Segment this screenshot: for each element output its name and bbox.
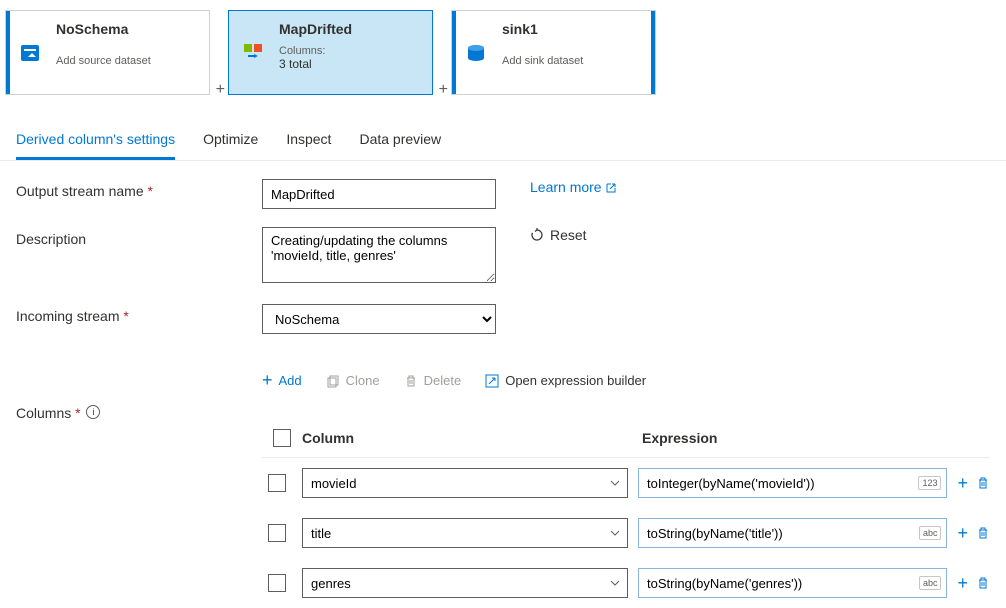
tab-settings[interactable]: Derived column's settings	[16, 123, 175, 160]
open-expression-builder-button[interactable]: Open expression builder	[485, 370, 646, 391]
node-subtitle: Add source dataset	[56, 55, 201, 67]
columns-toolbar: +Add Clone Delete Open expression builde…	[246, 370, 1006, 391]
column-name-input[interactable]	[302, 568, 628, 598]
sink-node[interactable]: sink1 Add sink dataset	[451, 10, 656, 95]
info-icon[interactable]: i	[86, 405, 100, 419]
type-badge: 123	[918, 476, 941, 490]
node-bar	[452, 11, 456, 94]
delete-row-button[interactable]	[976, 476, 990, 490]
learn-more-link[interactable]: Learn more	[530, 179, 617, 195]
clone-button[interactable]: Clone	[326, 370, 380, 391]
header-column: Column	[302, 430, 642, 446]
settings-form: Output stream name * Learn more Descript…	[0, 161, 1006, 370]
output-stream-input[interactable]	[262, 179, 496, 209]
expression-input[interactable]	[638, 568, 947, 598]
derived-column-node[interactable]: MapDrifted Columns: 3 total +	[228, 10, 433, 95]
node-bar	[651, 11, 655, 94]
expression-input[interactable]	[638, 518, 947, 548]
column-name-input[interactable]	[302, 518, 628, 548]
node-columns-label: Columns:	[279, 45, 424, 57]
row-checkbox[interactable]	[268, 574, 286, 592]
columns-label: Columns * i	[0, 401, 246, 421]
columns-table: Column Expression 123 + abc +	[246, 421, 1006, 608]
add-after-source[interactable]: +	[216, 81, 225, 99]
add-row-button[interactable]: +	[957, 573, 968, 594]
table-row: abc +	[262, 558, 990, 608]
table-header: Column Expression	[262, 421, 990, 458]
node-subtitle: Add sink dataset	[502, 55, 647, 67]
delete-row-button[interactable]	[976, 576, 990, 590]
node-title: MapDrifted	[279, 21, 424, 37]
reset-button[interactable]: Reset	[530, 227, 587, 243]
description-label: Description	[16, 227, 262, 286]
tab-preview[interactable]: Data preview	[359, 123, 441, 160]
output-stream-label: Output stream name *	[16, 179, 262, 209]
source-icon	[16, 39, 44, 67]
add-button[interactable]: +Add	[262, 370, 302, 391]
settings-tabs: Derived column's settings Optimize Inspe…	[0, 123, 1006, 161]
expression-input[interactable]	[638, 468, 947, 498]
node-columns-count: 3 total	[279, 57, 424, 71]
tab-optimize[interactable]: Optimize	[203, 123, 258, 160]
tab-inspect[interactable]: Inspect	[286, 123, 331, 160]
incoming-stream-label: Incoming stream *	[16, 304, 262, 334]
sink-icon	[462, 39, 490, 67]
node-title: sink1	[502, 21, 647, 37]
type-badge: abc	[919, 576, 942, 590]
incoming-stream-select[interactable]: NoSchema	[262, 304, 496, 334]
add-row-button[interactable]: +	[957, 523, 968, 544]
source-node[interactable]: NoSchema Add source dataset +	[5, 10, 210, 95]
node-bar	[6, 11, 10, 94]
column-name-input[interactable]	[302, 468, 628, 498]
node-title: NoSchema	[56, 21, 201, 37]
delete-row-button[interactable]	[976, 526, 990, 540]
row-checkbox[interactable]	[268, 524, 286, 542]
description-input[interactable]	[262, 227, 496, 283]
type-badge: abc	[919, 526, 942, 540]
add-after-derived[interactable]: +	[439, 81, 448, 99]
select-all-checkbox[interactable]	[273, 429, 291, 447]
row-checkbox[interactable]	[268, 474, 286, 492]
table-row: abc +	[262, 508, 990, 558]
add-row-button[interactable]: +	[957, 473, 968, 494]
header-expression: Expression	[642, 430, 990, 446]
delete-button[interactable]: Delete	[404, 370, 462, 391]
dataflow-graph: NoSchema Add source dataset + MapDrifted…	[0, 0, 1006, 95]
derived-column-icon	[239, 39, 267, 67]
table-row: 123 +	[262, 458, 990, 508]
